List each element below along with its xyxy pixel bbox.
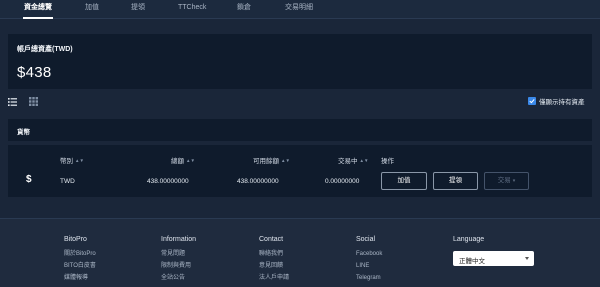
footer-link-telegram[interactable]: Telegram (356, 272, 382, 284)
footer: BitoPro 關於BitoPro BITO白皮書 媒體報導 Informati… (0, 218, 600, 287)
footer-column-bitopro: BitoPro 關於BitoPro BITO白皮書 媒體報導 (64, 236, 96, 284)
sort-icon: ▲▼ (359, 158, 369, 163)
account-total-label: 帳戶總資產(TWD) (17, 46, 73, 53)
holdings-only-toggle[interactable]: 僅顯示持有資產 (528, 96, 585, 106)
footer-title-bitopro: BitoPro (64, 236, 87, 243)
column-header-currency[interactable]: 幣別 ▲▼ (60, 155, 84, 165)
footer-title-contact: Contact (259, 236, 284, 243)
currency-section-header: 貨幣 (8, 119, 592, 141)
footer-link-line[interactable]: LINE (356, 260, 382, 272)
footer-column-language: Language (453, 236, 484, 248)
currency-section-title: 貨幣 (17, 129, 30, 136)
chevron-down-icon: ▾ (512, 178, 516, 184)
account-total-card: 帳戶總資產(TWD) $438 (8, 34, 592, 89)
list-view-icon[interactable] (8, 98, 17, 106)
withdraw-button[interactable]: 提領 (433, 172, 478, 190)
footer-link-announcements[interactable]: 全站公告 (161, 272, 196, 284)
column-header-total[interactable]: 總額 ▲▼ (171, 155, 195, 165)
tab-withdraw[interactable]: 提領 (131, 0, 145, 19)
footer-title-information: Information (161, 236, 197, 243)
sort-icon: ▲▼ (75, 158, 84, 163)
holdings-only-checkbox[interactable] (528, 97, 536, 105)
footer-link-corporate-account[interactable]: 法人戶申請 (259, 272, 289, 284)
holdings-only-label: 僅顯示持有資產 (539, 99, 585, 106)
tab-ttcheck[interactable]: TTCheck (178, 0, 206, 19)
account-total-value: $438 (17, 64, 52, 81)
footer-column-information: Information 常見問題 限制與費用 全站公告 (161, 236, 196, 284)
currency-table: 幣別 ▲▼ 總額 ▲▼ 可用餘額 ▲▼ 交易中 ▲▼ 操作 $ TWD 438.0000… (8, 145, 592, 197)
chevron-down-icon (525, 257, 529, 260)
footer-link-feedback[interactable]: 意見回饋 (259, 260, 289, 272)
footer-link-facebook[interactable]: Facebook (356, 248, 382, 260)
tab-deposit[interactable]: 加值 (85, 0, 99, 19)
grid-view-icon[interactable] (29, 97, 38, 106)
language-select-value: 正體中文 (459, 258, 485, 265)
row-currency: TWD (60, 178, 75, 185)
footer-title-social: Social (356, 236, 376, 243)
row-available: 438.00000000 (237, 178, 279, 185)
row-total: 438.00000000 (147, 178, 189, 185)
footer-column-contact: Contact 聯絡我們 意見回饋 法人戶申請 (259, 236, 289, 284)
footer-column-social: Social Facebook LINE Telegram (356, 236, 382, 284)
footer-link-contact-us[interactable]: 聯絡我們 (259, 248, 289, 260)
column-header-available[interactable]: 可用餘額 ▲▼ (253, 155, 290, 165)
footer-title-language: Language (453, 236, 485, 243)
sort-icon: ▲▼ (186, 158, 195, 163)
sort-icon: ▲▼ (281, 158, 290, 163)
row-in-trade: 0.00000000 (325, 178, 360, 185)
footer-link-media[interactable]: 媒體報導 (64, 272, 96, 284)
deposit-button[interactable]: 加值 (381, 172, 427, 190)
footer-link-fees[interactable]: 限制與費用 (161, 260, 196, 272)
top-nav: 資金總覽 加值 提領 TTCheck 鎖倉 交易明細 (0, 0, 600, 19)
tab-transaction-history[interactable]: 交易明細 (285, 0, 313, 19)
footer-link-faq[interactable]: 常見問題 (161, 248, 196, 260)
column-header-in-trade[interactable]: 交易中 ▲▼ (338, 155, 368, 165)
footer-link-about[interactable]: 關於BitoPro (64, 248, 96, 260)
trade-button[interactable]: 交易 ▾ (484, 172, 529, 190)
language-select[interactable]: 正體中文 (453, 251, 534, 266)
column-header-actions: 操作 (381, 158, 394, 165)
tab-lock[interactable]: 鎖倉 (237, 0, 251, 19)
twd-coin-icon: $ (26, 174, 32, 185)
check-icon (529, 99, 535, 104)
footer-link-whitepaper[interactable]: BITO白皮書 (64, 260, 96, 272)
tab-assets-overview[interactable]: 資金總覽 (23, 0, 53, 19)
